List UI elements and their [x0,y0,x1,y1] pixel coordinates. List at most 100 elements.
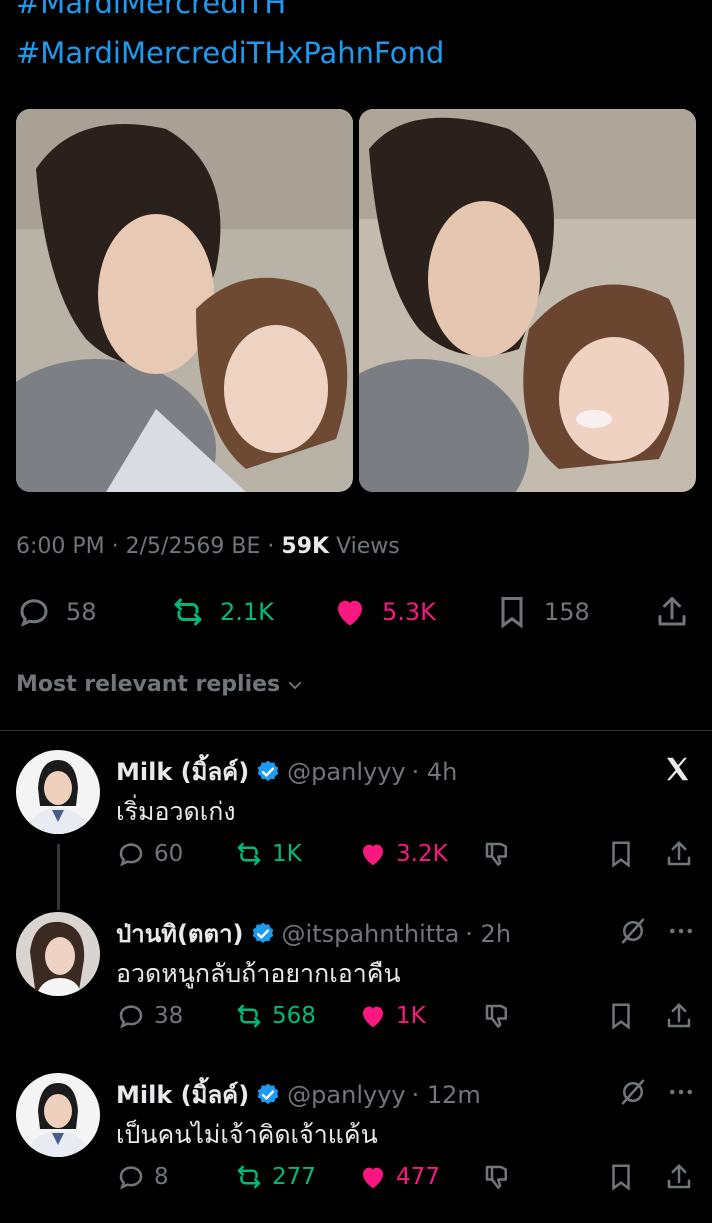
like-button[interactable]: 3.2K [358,834,448,874]
bookmark-button[interactable] [606,834,636,874]
retweet-icon [237,1165,261,1189]
replies-sort-dropdown[interactable]: Most relevant replies [16,672,304,697]
like-count: 5.3K [382,598,436,626]
hashtag-link[interactable]: #MardiMercrediTH [16,0,444,28]
tweet-photo[interactable] [359,109,696,492]
like-count: 1K [396,1003,426,1029]
retweet-button[interactable]: 568 [234,996,316,1036]
reply-header: Milk (มิ้ลค์) @panlyyy · 4h [116,752,457,791]
display-name[interactable]: Milk (มิ้ลค์) [116,752,249,791]
verified-badge-icon [257,1083,279,1104]
reply-action-bar: 8 277 477 [116,1157,696,1197]
grok-icon[interactable] [618,916,648,946]
hashtag-link[interactable]: #MardiMercrediTHxPahnFond [16,28,444,78]
user-handle[interactable]: @panlyyy [287,758,405,786]
reply-count: 8 [154,1164,169,1190]
reply-time[interactable]: · 12m [412,1081,481,1109]
user-handle[interactable]: @itspahnthitta [282,920,460,948]
share-button[interactable] [664,834,694,874]
bookmark-icon [612,841,630,868]
reply-header: ป่านทิ(ตตา) @itspahnthitta · 2h [116,914,511,953]
reply-count: 38 [154,1003,184,1029]
retweet-count: 2.1K [220,598,274,626]
reply-header: Milk (มิ้ลค์) @panlyyy · 12m [116,1075,481,1114]
display-name[interactable]: Milk (มิ้ลค์) [116,1075,249,1114]
share-button[interactable] [664,996,694,1036]
bookmark-icon [612,1003,630,1030]
bookmark-count: 158 [544,598,590,626]
avatar[interactable] [16,1073,100,1157]
bookmark-icon [501,597,523,629]
retweet-count: 568 [272,1003,316,1029]
verified-badge-icon [257,760,279,781]
tweet-hashtags: #MardiMercrediTH #MardiMercrediTHxPahnFo… [16,0,444,78]
like-count: 3.2K [396,841,448,867]
like-button[interactable]: 5.3K [332,588,436,636]
share-icon [658,597,686,626]
bookmark-icon [612,1164,630,1191]
tweet-time[interactable]: 6:00 PM · 2/5/2569 BE · [16,534,281,559]
downvote-button[interactable] [482,834,512,874]
x-logo-icon[interactable] [662,754,692,784]
verified-badge-icon [252,922,273,943]
reply-item[interactable]: Milk (มิ้ลค์) @panlyyy · 12m เป็นคนไม่เจ… [0,1073,712,1223]
reply-button[interactable]: 38 [116,996,183,1036]
downvote-button[interactable] [482,996,512,1036]
reply-time[interactable]: · 2h [465,920,511,948]
thumbs-down-icon [485,842,507,866]
retweet-icon [237,1004,261,1028]
bookmark-button[interactable] [606,1157,636,1197]
downvote-button[interactable] [482,1157,512,1197]
reply-icon [119,843,143,867]
reply-time[interactable]: · 4h [412,758,458,786]
reply-button[interactable]: 8 [116,1157,169,1197]
like-count: 477 [396,1164,440,1190]
display-name[interactable]: ป่านทิ(ตตา) [116,914,244,953]
reply-button[interactable]: 58 [16,588,97,636]
retweet-button[interactable]: 1K [234,834,302,874]
share-button[interactable] [664,1157,694,1197]
retweet-icon [237,842,261,866]
bookmark-button[interactable]: 158 [494,588,590,636]
retweet-button[interactable]: 2.1K [170,588,274,636]
user-handle[interactable]: @panlyyy [287,1081,405,1109]
reply-action-bar: 60 1K 3.2K [116,834,696,874]
share-icon [667,841,691,866]
like-button[interactable]: 477 [358,1157,440,1197]
reply-count: 60 [154,841,184,867]
thread-line [57,844,60,910]
chevron-down-icon [288,681,302,689]
reply-icon [119,1005,143,1029]
bookmark-button[interactable] [606,996,636,1036]
avatar[interactable] [16,750,100,834]
grok-icon[interactable] [618,1077,648,1107]
heart-icon [363,1167,383,1189]
like-button[interactable]: 1K [358,996,426,1036]
thumbs-down-icon [485,1165,507,1189]
reply-item[interactable]: ป่านทิ(ตตา) @itspahnthitta · 2h อวดหนูกล… [0,912,712,1062]
reply-icon [119,1166,143,1190]
heart-icon [338,600,362,626]
more-options-icon[interactable] [666,1077,696,1107]
share-icon [667,1164,691,1189]
share-icon [667,1003,691,1028]
retweet-button[interactable]: 277 [234,1157,316,1197]
tweet-media [16,109,696,492]
views-count: 59K [281,534,330,559]
reply-button[interactable]: 60 [116,834,183,874]
tweet-action-bar: 58 2.1K 5.3K 158 [16,588,692,636]
retweet-count: 277 [272,1164,316,1190]
thumbs-down-icon [485,1004,507,1028]
reply-text: อวดหนูกลับถ้าอยากเอาคืน [116,959,401,988]
reply-icon [20,599,48,627]
reply-action-bar: 38 568 1K [116,996,696,1036]
share-button[interactable] [654,588,690,636]
reply-item[interactable]: Milk (มิ้ลค์) @panlyyy · 4h เริ่มอวดเก่ง… [0,750,712,910]
replies-sort-label: Most relevant replies [16,672,281,697]
more-options-icon[interactable] [666,916,696,946]
avatar[interactable] [16,912,100,996]
reply-count: 58 [66,598,97,626]
tweet-photo[interactable] [16,109,353,492]
heart-icon [363,844,383,866]
reply-text: เริ่มอวดเก่ง [116,797,236,826]
